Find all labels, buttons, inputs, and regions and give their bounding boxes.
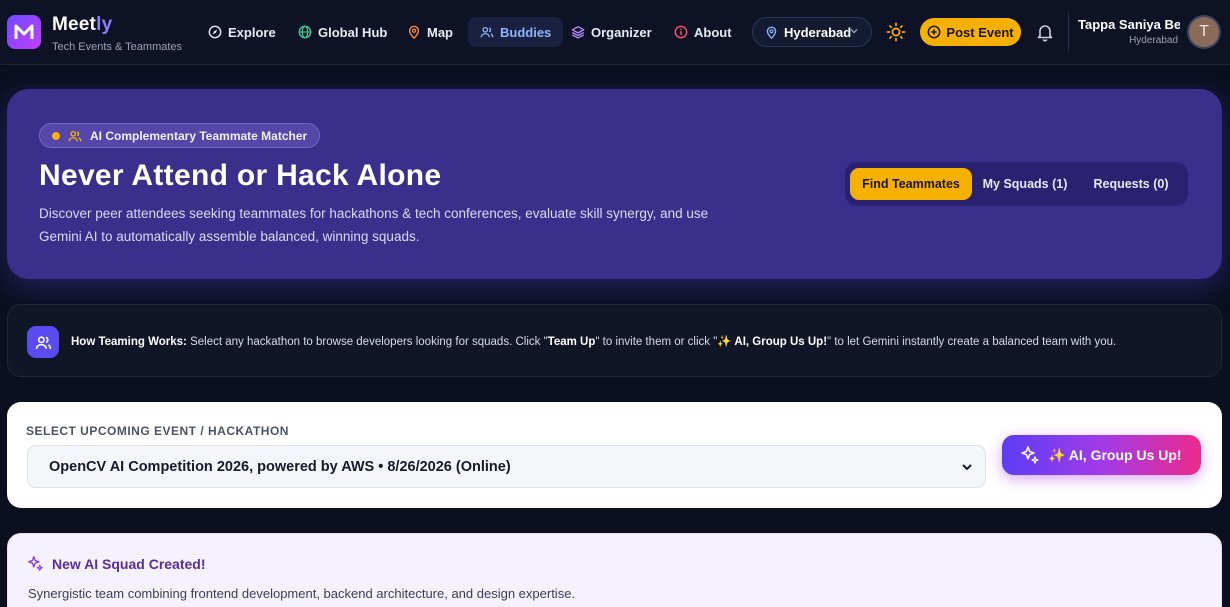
nav-map-label: Map bbox=[427, 24, 453, 40]
how-text-part: " to let Gemini instantly create a balan… bbox=[827, 336, 1117, 348]
map-pin-icon bbox=[408, 25, 420, 39]
nav-explore[interactable]: Explore bbox=[208, 20, 276, 44]
how-team-up: Team Up bbox=[547, 336, 596, 348]
nav-global-hub[interactable]: Global Hub bbox=[298, 20, 387, 44]
event-select-card: SELECT UPCOMING EVENT / HACKATHON OpenCV… bbox=[7, 402, 1222, 508]
bell-icon[interactable] bbox=[1036, 22, 1054, 42]
page-title: Never Attend or Hack Alone bbox=[39, 159, 442, 192]
location-label: Hyderabad bbox=[784, 24, 852, 40]
hero-badge-label: AI Complementary Teammate Matcher bbox=[90, 128, 308, 143]
tab-requests[interactable]: Requests (0) bbox=[1081, 168, 1181, 200]
teammate-tabs: Find Teammates My Squads (1) Requests (0… bbox=[845, 162, 1188, 206]
hero-badge: AI Complementary Teammate Matcher bbox=[39, 123, 321, 148]
chevron-down-icon bbox=[850, 29, 858, 34]
hero-description: Discover peer attendees seeking teammate… bbox=[39, 206, 709, 244]
info-icon bbox=[674, 25, 688, 39]
nav-about-label: About bbox=[694, 24, 732, 40]
globe-icon bbox=[298, 25, 312, 39]
how-text-part: Select any hackathon to browse developer… bbox=[186, 336, 548, 348]
user-name[interactable]: Tappa Saniya Be... bbox=[1078, 17, 1180, 32]
nav-buddies[interactable]: Buddies bbox=[468, 17, 564, 47]
status-dot bbox=[52, 131, 60, 140]
brand-name[interactable]: Meetly bbox=[52, 14, 112, 36]
nav-organizer[interactable]: Organizer bbox=[571, 20, 652, 44]
nav-about[interactable]: About bbox=[674, 20, 732, 44]
users-icon bbox=[27, 326, 59, 358]
nav-map[interactable]: Map bbox=[407, 20, 453, 44]
layers-icon bbox=[571, 26, 585, 39]
event-select[interactable]: OpenCV AI Competition 2026, powered by A… bbox=[27, 445, 986, 488]
chevron-down-icon bbox=[962, 464, 972, 471]
nav-global-hub-label: Global Hub bbox=[318, 24, 388, 40]
user-city: Hyderabad bbox=[1129, 35, 1178, 46]
how-group-label: ✨ AI, Group Us Up! bbox=[717, 336, 828, 348]
post-event-label: Post Event bbox=[946, 24, 1014, 40]
avatar[interactable]: T bbox=[1187, 15, 1221, 49]
tab-find-teammates[interactable]: Find Teammates bbox=[850, 168, 972, 200]
ai-group-us-up-button[interactable]: ✨ AI, Group Us Up! bbox=[1002, 435, 1201, 475]
how-teaming-works-banner: How Teaming Works: Select any hackathon … bbox=[7, 304, 1222, 377]
top-nav: Meetly Tech Events & Teammates Explore G… bbox=[0, 0, 1230, 65]
post-event-button[interactable]: Post Event bbox=[920, 18, 1021, 46]
squad-title: New AI Squad Created! bbox=[27, 555, 206, 572]
theme-toggle-sun-icon[interactable] bbox=[886, 22, 906, 42]
how-text-part: " to invite them or click " bbox=[595, 336, 718, 348]
sparkles-icon bbox=[1021, 446, 1039, 464]
ai-group-us-up-label: ✨ AI, Group Us Up! bbox=[1048, 446, 1182, 463]
event-select-value: OpenCV AI Competition 2026, powered by A… bbox=[49, 458, 511, 475]
squad-title-label: New AI Squad Created! bbox=[52, 555, 206, 572]
new-squad-card: New AI Squad Created! Synergistic team c… bbox=[7, 533, 1222, 607]
map-pin-icon bbox=[766, 26, 777, 39]
how-label: How Teaming Works: bbox=[71, 336, 187, 348]
nav-explore-label: Explore bbox=[228, 24, 276, 40]
plus-circle-icon bbox=[927, 25, 941, 39]
nav-buddies-label: Buddies bbox=[500, 24, 552, 40]
how-teaming-works-text: How Teaming Works: Select any hackathon … bbox=[71, 334, 1116, 348]
location-selector[interactable]: Hyderabad bbox=[752, 17, 872, 47]
squad-description: Synergistic team combining frontend deve… bbox=[28, 586, 576, 601]
users-icon bbox=[480, 26, 494, 38]
nav-divider bbox=[1068, 13, 1069, 51]
brand-tagline: Tech Events & Teammates bbox=[52, 41, 183, 53]
nav-organizer-label: Organizer bbox=[591, 24, 652, 40]
event-select-label: SELECT UPCOMING EVENT / HACKATHON bbox=[26, 424, 289, 438]
users-icon bbox=[68, 130, 82, 141]
tab-my-squads[interactable]: My Squads (1) bbox=[975, 168, 1075, 200]
logo-icon[interactable] bbox=[7, 15, 41, 49]
compass-icon bbox=[208, 25, 222, 39]
sparkles-icon bbox=[28, 556, 43, 571]
hero-banner: AI Complementary Teammate Matcher Never … bbox=[7, 89, 1222, 279]
